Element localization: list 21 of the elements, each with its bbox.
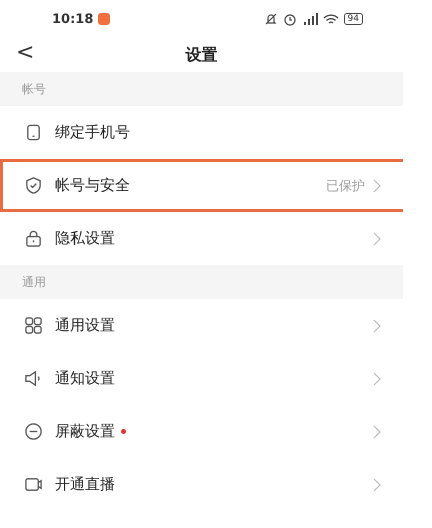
status-time: 10:18	[52, 12, 94, 26]
settings-item[interactable]: 开通直播	[0, 458, 403, 511]
settings-item[interactable]: 屏蔽设置	[0, 405, 403, 458]
settings-item[interactable]: 隐私设置	[0, 212, 403, 265]
settings-item[interactable]: 帐号与安全 已保护	[0, 159, 403, 212]
item-label: 绑定手机号	[55, 123, 130, 142]
item-label: 开通直播	[55, 475, 115, 494]
item-label: 通知设置	[55, 369, 115, 388]
item-label: 隐私设置	[55, 229, 115, 248]
page-title: 设置	[186, 44, 218, 66]
back-button[interactable]: <	[12, 40, 38, 65]
item-value: 已保护	[326, 178, 365, 194]
section-header: 帐号	[0, 72, 403, 106]
item-label: 屏蔽设置	[55, 422, 115, 441]
item-label: 通用设置	[55, 316, 115, 335]
settings-item[interactable]: 绑定手机号	[0, 106, 403, 159]
item-label: 帐号与安全	[55, 176, 130, 195]
settings-item[interactable]: 通知设置	[0, 352, 403, 405]
section-header: 通用	[0, 265, 403, 299]
settings-item[interactable]: 通用设置	[0, 299, 403, 352]
battery-level: 94	[344, 13, 363, 25]
